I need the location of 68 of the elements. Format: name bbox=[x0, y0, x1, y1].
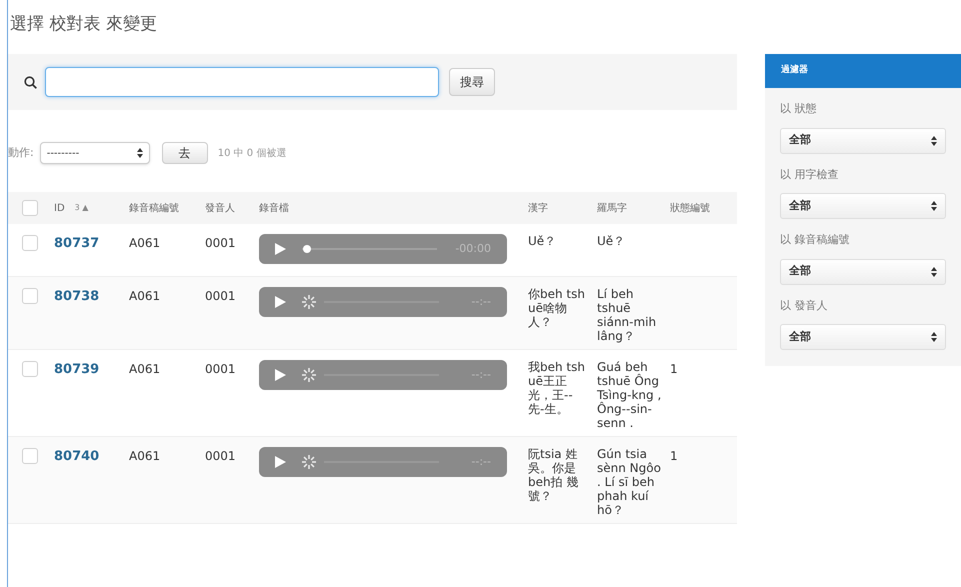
spinner-icon bbox=[302, 455, 316, 469]
select-arrows-icon bbox=[931, 201, 937, 211]
table-cell-text: A061 bbox=[129, 448, 162, 465]
column-header[interactable]: ID bbox=[54, 200, 65, 216]
table-cell-text: 1 bbox=[670, 448, 679, 465]
filter-header: 過濾器 bbox=[765, 54, 961, 88]
record-link[interactable]: 80738 bbox=[54, 287, 129, 306]
checkbox[interactable] bbox=[22, 361, 38, 377]
column-header[interactable]: 羅馬字 bbox=[597, 200, 627, 216]
record-link[interactable]: 80739 bbox=[54, 360, 129, 380]
play-icon[interactable] bbox=[275, 243, 286, 255]
column-header[interactable]: 狀態編號 bbox=[670, 200, 710, 216]
time-label: --:-- bbox=[471, 366, 491, 383]
time-label: --:-- bbox=[471, 294, 491, 310]
search-button[interactable]: 搜尋 bbox=[449, 68, 495, 96]
table-cell-text: 0001 bbox=[205, 235, 237, 252]
table-cell-text: A061 bbox=[129, 288, 162, 305]
column-header[interactable]: 漢字 bbox=[528, 200, 548, 216]
table-cell-text: Gún tsia sènn Ngôo . Lí sī beh phah kuí hō？ bbox=[597, 447, 662, 517]
spinner-icon bbox=[302, 295, 316, 309]
checkbox[interactable] bbox=[22, 288, 38, 304]
spinner-icon bbox=[302, 368, 316, 382]
table-cell-text: Lí beh tshuē siánn-mih lâng？ bbox=[597, 287, 658, 343]
play-icon[interactable] bbox=[275, 296, 286, 308]
select-arrows-icon bbox=[931, 266, 937, 276]
page-title: 選擇 校對表 來變更 bbox=[9, 13, 158, 36]
table-cell-text: 0001 bbox=[205, 448, 237, 465]
filter-select[interactable]: 全部 bbox=[780, 193, 946, 219]
table-cell-text: A061 bbox=[129, 361, 162, 378]
table-cell-text: 我beh tshuē王正光，王--先-生。 bbox=[528, 360, 586, 416]
progress-slider[interactable] bbox=[302, 244, 437, 254]
play-icon[interactable] bbox=[275, 456, 286, 468]
select-arrows-icon bbox=[931, 136, 937, 146]
column-header[interactable]: 錄音檔 bbox=[259, 200, 289, 216]
table-cell-text: 0001 bbox=[205, 288, 237, 305]
table-cell-text: 1 bbox=[670, 361, 679, 378]
record-link[interactable]: 80740 bbox=[54, 447, 129, 466]
checkbox[interactable] bbox=[22, 200, 38, 216]
filter-label: 以 發音人 bbox=[780, 298, 828, 314]
filter-select[interactable]: 全部 bbox=[780, 128, 946, 154]
column-header[interactable]: 錄音稿編號 bbox=[129, 200, 179, 216]
table-cell-text: 阮tsia 姓吳。你是 beh拍 幾號？ bbox=[528, 447, 580, 503]
sort-indicator[interactable]: 3 ▲ bbox=[74, 202, 88, 214]
play-icon[interactable] bbox=[275, 369, 286, 381]
checkbox[interactable] bbox=[22, 235, 38, 251]
selection-counter: 10 中 0 個被選 bbox=[218, 146, 286, 160]
column-header[interactable]: 發音人 bbox=[205, 200, 235, 216]
time-label: --:-- bbox=[471, 454, 491, 470]
filter-select[interactable]: 全部 bbox=[780, 324, 946, 350]
filter-label: 以 錄音稿編號 bbox=[780, 232, 850, 248]
go-button[interactable]: 去 bbox=[162, 142, 208, 164]
record-link[interactable]: 80737 bbox=[54, 234, 129, 254]
filter-select[interactable]: 全部 bbox=[780, 258, 946, 284]
table-cell-text: Uě？ bbox=[597, 234, 626, 248]
action-select[interactable]: --------- bbox=[40, 142, 150, 164]
table-cell-text: Uě？ bbox=[528, 234, 558, 248]
search-field[interactable] bbox=[45, 67, 439, 97]
table-cell-text: 你beh tshuē啥物人？ bbox=[528, 287, 586, 329]
select-arrows-icon bbox=[931, 332, 937, 342]
filter-label: 以 用字檢查 bbox=[780, 166, 840, 182]
table-cell-text: 0001 bbox=[205, 361, 237, 378]
search-icon bbox=[24, 76, 37, 88]
filter-label: 以 狀態 bbox=[780, 101, 818, 117]
table-cell-text: A061 bbox=[129, 235, 162, 252]
checkbox[interactable] bbox=[22, 448, 38, 464]
select-arrows-icon bbox=[136, 148, 143, 158]
table-cell-text: Guá beh tshuē Ông Tsìng-kng , Ông--sin-senn . bbox=[597, 360, 662, 430]
action-label: 動作: bbox=[8, 144, 34, 161]
